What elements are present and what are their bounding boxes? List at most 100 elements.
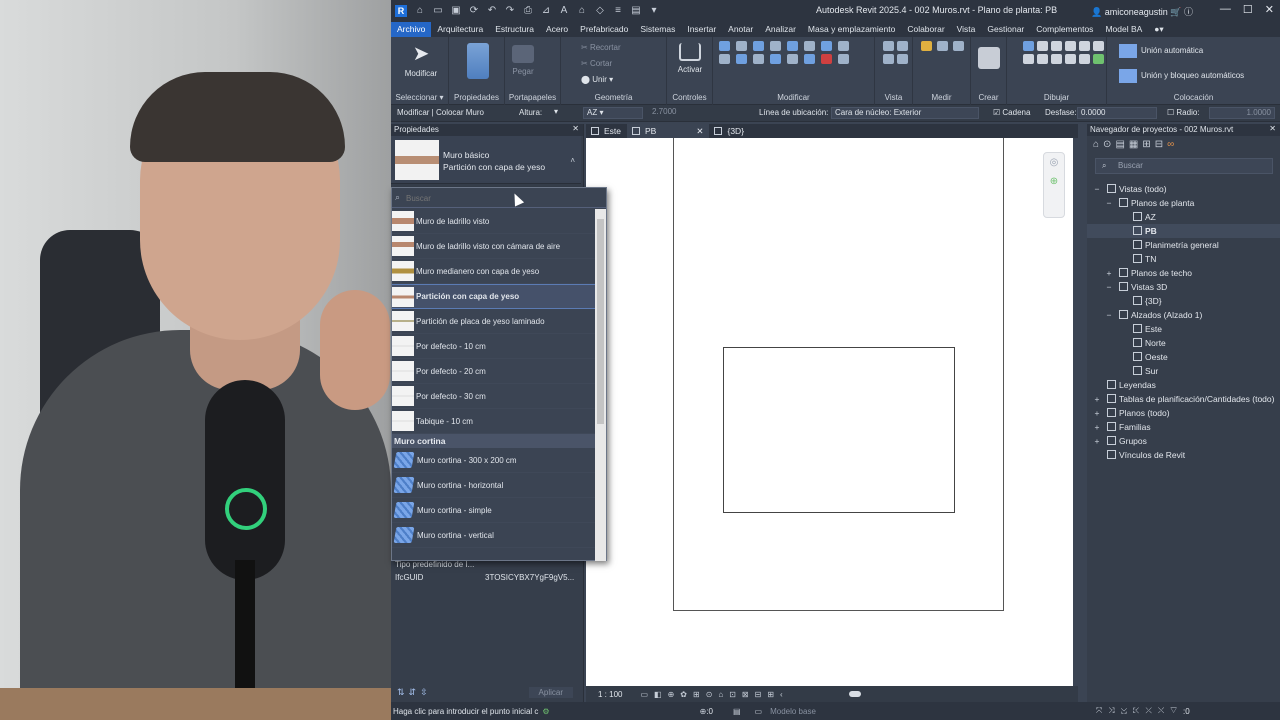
3d-view-icon[interactable]: ⌂ [575,5,589,17]
browser-node[interactable]: − Vistas (todo) [1087,182,1280,196]
dropdown-item[interactable]: Muro medianero con capa de yeso [392,259,596,284]
view-tab[interactable]: {3D} [709,124,750,138]
tab-vista[interactable]: Vista [951,22,982,37]
start-end-arc-icon[interactable] [1023,54,1034,64]
ribbon-minimize-icon[interactable]: ●▾ [1148,22,1169,37]
canvas-scrollbar[interactable] [1073,138,1080,686]
properties-close-icon[interactable]: ✕ [572,124,579,133]
tab-acero[interactable]: Acero [540,22,574,37]
view-tab-close-icon[interactable]: ✕ [696,126,703,136]
browser-node[interactable]: AZ [1087,210,1280,224]
dropdown-item[interactable]: Partición de placa de yeso laminado [392,309,596,334]
property-row[interactable]: IfcGUID 3TOSICYBX7YgF9gV5... [391,573,584,586]
scale-icon[interactable] [838,41,849,51]
radio-input[interactable]: 1.0000 [1209,107,1275,119]
hide-icon[interactable] [883,41,894,51]
unir-button[interactable]: ⬤ Unir ▾ [581,75,613,84]
dropdown-item[interactable]: Muro de ladrillo visto [392,209,596,234]
thin-lines-icon[interactable]: ≡ [611,5,625,17]
pin-icon[interactable] [787,54,798,64]
view-scale[interactable]: 1 : 100 [598,690,622,699]
dimension-icon[interactable] [937,41,948,51]
activar-button[interactable]: Activar [673,43,707,74]
property-row[interactable]: Tipo predefinido de I... [391,560,584,573]
view-hscroll-thumb[interactable] [848,691,861,697]
sort-icon[interactable]: ⇅ [397,687,405,698]
text-icon[interactable]: A [557,5,571,17]
tab-insertar[interactable]: Insertar [681,22,722,37]
offset-icon[interactable] [736,41,747,51]
browser-node[interactable]: TN [1087,252,1280,266]
browser-view-icon[interactable]: ⊙ [1103,139,1111,150]
union-automatica-button[interactable]: Unión automática [1119,44,1203,58]
browser-node[interactable]: − Planos de planta [1087,196,1280,210]
tab-masa-y-emplazamiento[interactable]: Masa y emplazamiento [802,22,901,37]
section-icon[interactable]: ◇ [593,5,607,17]
spline-icon[interactable] [1079,54,1090,64]
center-arc-icon[interactable] [1037,54,1048,64]
altura-mode[interactable]: ▾ [551,107,579,119]
status-settings-icon[interactable]: ⚙ [542,707,549,716]
user-account[interactable]: 👤 amiconeagustin 🛒 ⓘ [1091,5,1193,18]
view-control-icons[interactable]: ▭◧⊕✿⊞⊙⌂⊡⊠⊟⊞‹ [640,690,788,699]
fillet-arc-icon[interactable] [1065,54,1076,64]
measure-between-icon[interactable] [921,41,932,51]
browser-link-icon[interactable]: ∞ [1167,139,1174,150]
measure-element-icon[interactable] [953,41,964,51]
customize-icon[interactable]: ▾ [647,5,661,17]
browser-node[interactable]: − Alzados (Alzado 1) [1087,308,1280,322]
editable-icon[interactable]: ▭ [755,707,763,716]
tab-anotar[interactable]: Anotar [722,22,759,37]
mirror-icon[interactable] [753,41,764,51]
circle-icon[interactable] [1079,41,1090,51]
minimize-icon[interactable]: — [1220,3,1231,16]
browser-node[interactable]: + Planos (todo) [1087,406,1280,420]
browser-node[interactable]: Sur [1087,364,1280,378]
browser-node[interactable]: + Tablas de planificación/Cantidades (tod… [1087,392,1280,406]
dropdown-scrollbar[interactable] [595,209,606,561]
view-tab[interactable]: Este [586,124,627,138]
browser-node[interactable]: PB [1087,224,1280,238]
design-options-icon[interactable]: ▤ [733,707,741,716]
switch-windows-icon[interactable]: ▤ [629,5,643,17]
dropdown-item[interactable]: Muro cortina - simple [392,498,596,523]
extend-icon[interactable] [838,54,849,64]
line-icon[interactable] [1023,41,1034,51]
browser-node[interactable]: Vínculos de Revit [1087,448,1280,462]
expand-toggle-icon[interactable]: + [1093,392,1101,406]
dropdown-item[interactable]: Por defecto - 20 cm [392,359,596,384]
mirror-axis-icon[interactable] [770,41,781,51]
browser-node[interactable]: Este [1087,322,1280,336]
dropdown-item[interactable]: Muro cortina - 300 x 200 cm [392,448,596,473]
expand-toggle-icon[interactable]: + [1105,266,1113,280]
browser-node[interactable]: + Familias [1087,420,1280,434]
dropdown-item[interactable]: Muro cortina - horizontal [392,473,596,498]
seleccionar-dropdown[interactable]: Seleccionar ▾ [391,93,448,102]
array-icon[interactable] [821,41,832,51]
measure-icon[interactable]: ⊿ [539,5,553,17]
expand-toggle-icon[interactable]: + [1093,434,1101,448]
altura-select[interactable]: AZ ▾ [583,107,643,119]
trim-icon[interactable] [804,41,815,51]
tab-complementos[interactable]: Complementos [1030,22,1099,37]
view-tab[interactable]: PB ✕ [627,124,710,138]
dropdown-item[interactable]: Partición con capa de yeso [392,284,596,309]
union-bloqueo-button[interactable]: Unión y bloqueo automáticos [1119,69,1244,83]
expand-toggle-icon[interactable]: − [1093,182,1101,196]
wall-rectangle[interactable] [723,347,955,513]
delete-icon[interactable] [821,54,832,64]
browser-expand-icon[interactable]: ⊞ [1142,139,1150,150]
home-icon[interactable]: ⌂ [413,5,427,17]
dropdown-item[interactable]: Por defecto - 30 cm [392,384,596,409]
cadena-checkbox[interactable]: ☑ Cadena [993,108,1030,117]
expand-toggle-icon[interactable]: − [1105,280,1113,294]
linea-select[interactable]: Cara de núcleo: Exterior [831,107,979,119]
circumscribed-polygon-icon[interactable] [1065,41,1076,51]
rectangle-icon[interactable] [1037,41,1048,51]
print-icon[interactable]: ⎙ [521,5,535,17]
browser-search-input[interactable]: ⌕ Buscar [1095,158,1273,174]
paste-button[interactable]: Pegar [511,45,535,76]
split-icon[interactable] [787,41,798,51]
tab-sistemas[interactable]: Sistemas [634,22,681,37]
rotate-icon[interactable] [753,54,764,64]
